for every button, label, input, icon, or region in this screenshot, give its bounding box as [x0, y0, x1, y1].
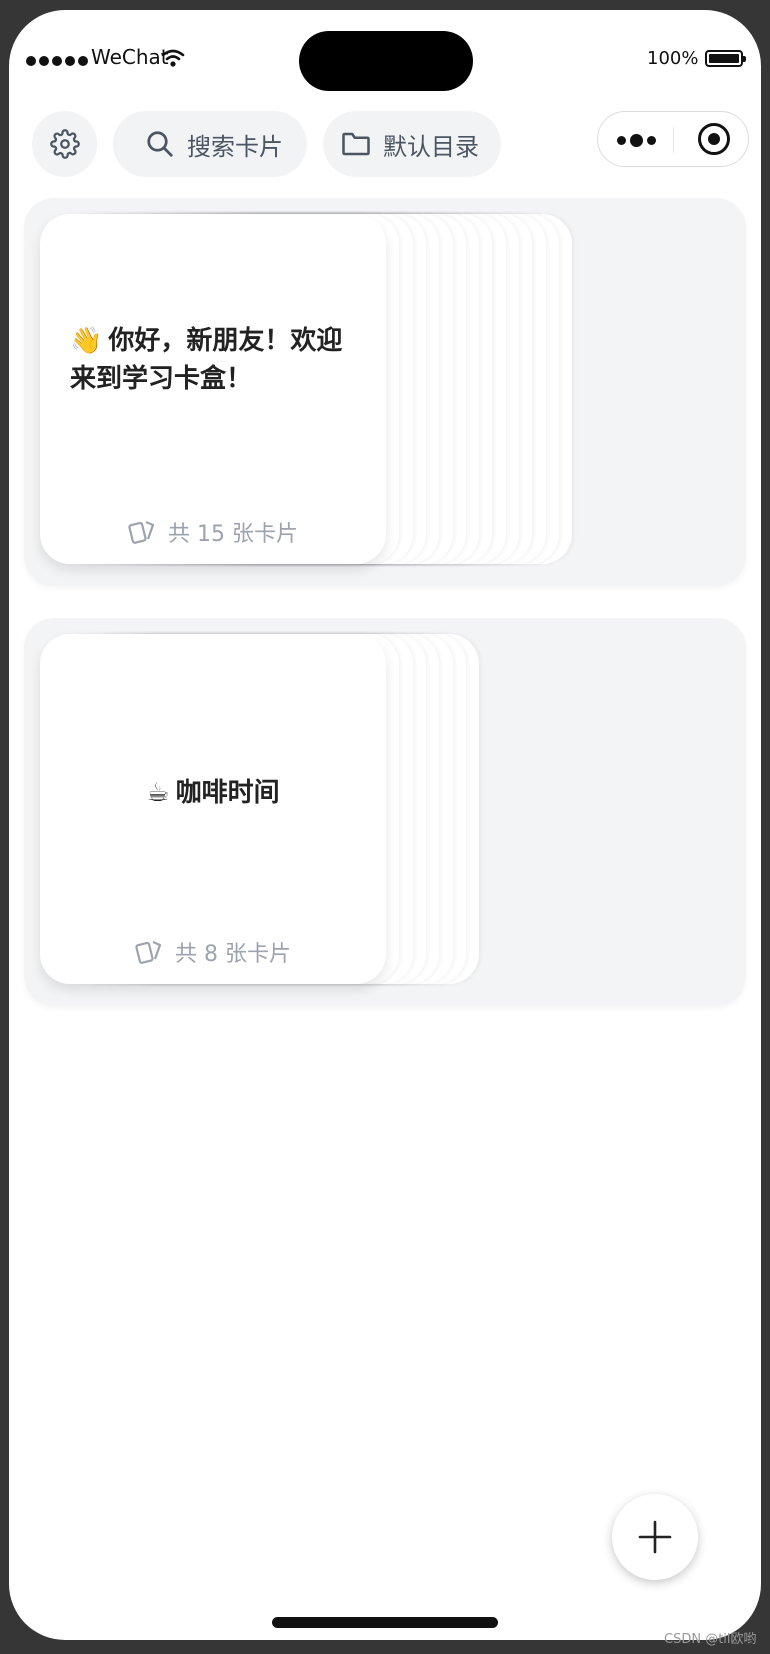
card-count: 共 15 张卡片: [40, 516, 386, 548]
deck-title-text: 咖啡时间: [175, 778, 280, 808]
card-count-label: 共 8 张卡片: [175, 942, 291, 967]
watermark: CSDN @til欧哟: [664, 1632, 757, 1647]
gear-icon: [49, 129, 80, 159]
miniprogram-capsule: [597, 111, 749, 167]
card-deck[interactable]: 👋 你好，新朋友！欢迎来到学习卡盒！ 共 15 张卡片: [24, 198, 746, 586]
waving-hand-icon: 👋: [70, 326, 103, 356]
card-count: 共 8 张卡片: [40, 936, 386, 968]
folder-label: 默认目录: [383, 132, 479, 161]
home-indicator[interactable]: [272, 1617, 498, 1628]
battery-icon: [705, 50, 746, 67]
deck-title-text: 你好，新朋友！欢迎来到学习卡盒！: [70, 326, 343, 394]
settings-button[interactable]: [32, 111, 97, 177]
plus-icon: [638, 1520, 672, 1554]
wifi-icon: [161, 49, 185, 67]
battery-percentage: 100%: [647, 48, 699, 69]
card-count-label: 共 15 张卡片: [168, 522, 298, 547]
search-icon: [147, 131, 173, 157]
cards-icon: [135, 940, 162, 964]
capsule-divider: [673, 127, 674, 153]
cards-icon: [128, 520, 155, 544]
deck-title: 👋 你好，新朋友！欢迎来到学习卡盒！: [70, 322, 360, 398]
card-deck[interactable]: ☕ 咖啡时间 共 8 张卡片: [24, 618, 746, 1006]
search-button[interactable]: 搜索卡片: [113, 111, 307, 177]
phone-screen: WeChat 100% 搜索卡片 默认目录 👋 你好，新朋友！欢迎来到学习卡盒！…: [9, 10, 761, 1640]
folder-icon: [342, 132, 370, 156]
dynamic-island: [299, 31, 473, 91]
carrier-name: WeChat: [91, 45, 169, 69]
coffee-icon: ☕: [146, 778, 170, 808]
folder-button[interactable]: 默认目录: [323, 111, 501, 177]
more-dots-icon[interactable]: [617, 134, 656, 147]
target-icon[interactable]: [698, 123, 730, 155]
deck-front-card[interactable]: 👋 你好，新朋友！欢迎来到学习卡盒！ 共 15 张卡片: [40, 214, 386, 564]
status-bar: WeChat 100%: [9, 10, 761, 105]
signal-icon: [26, 56, 88, 66]
add-deck-button[interactable]: [612, 1494, 698, 1580]
search-label: 搜索卡片: [187, 132, 283, 161]
deck-front-card[interactable]: ☕ 咖啡时间 共 8 张卡片: [40, 634, 386, 984]
deck-title: ☕ 咖啡时间: [68, 774, 358, 812]
